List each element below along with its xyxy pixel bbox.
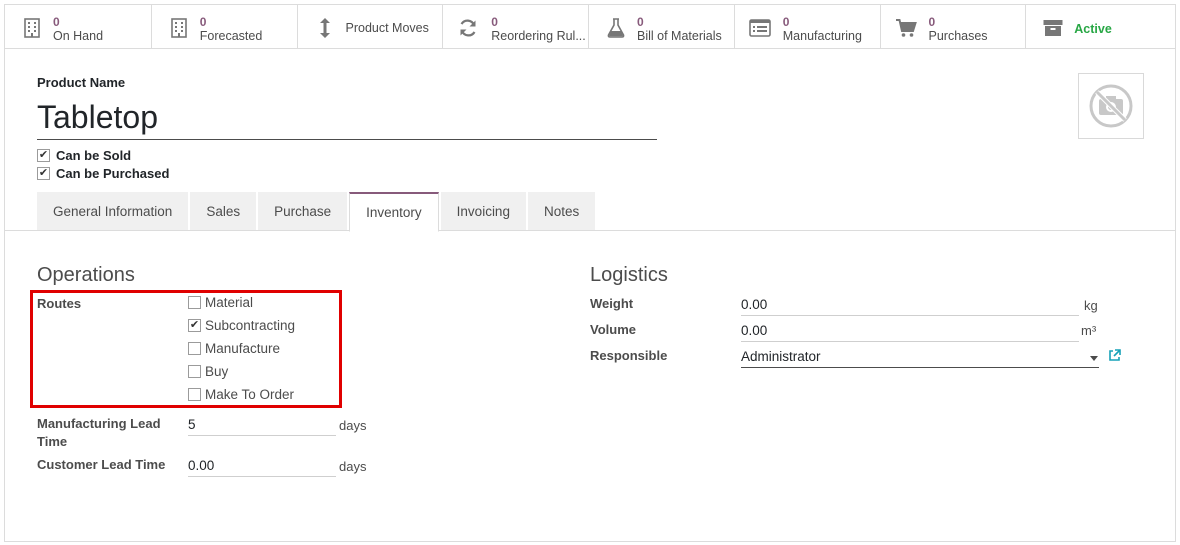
can-be-sold-row: ✔ Can be Sold	[37, 148, 131, 163]
weight-unit: kg	[1084, 298, 1098, 313]
manufacturing-button[interactable]: 0 Manufacturing	[735, 5, 881, 49]
routes-highlight-box	[30, 290, 342, 408]
can-be-sold-label: Can be Sold	[56, 148, 132, 163]
tab-invoicing[interactable]: Invoicing	[440, 192, 526, 230]
tabs-divider	[5, 230, 1175, 231]
product-form-sheet: 0 On Hand 0 Forecasted Product Moves 0 R…	[4, 4, 1176, 542]
active-toggle-button[interactable]: Active	[1026, 5, 1175, 49]
product-image[interactable]	[1078, 73, 1144, 139]
product-moves-label: Product Moves	[345, 21, 429, 35]
purchases-button[interactable]: 0 Purchases	[881, 5, 1027, 49]
manufacturing-count: 0	[782, 15, 790, 29]
chevron-down-icon[interactable]	[1090, 356, 1098, 361]
purchases-label: Purchases	[928, 29, 988, 43]
building-icon	[21, 17, 43, 39]
reordering-rules-count: 0	[491, 15, 498, 29]
manufacturing-label: Manufacturing	[782, 29, 862, 43]
product-moves-button[interactable]: Product Moves	[298, 5, 444, 49]
can-be-purchased-checkbox[interactable]: ✔	[37, 167, 50, 180]
customer-lead-time-unit: days	[339, 459, 367, 474]
responsible-label: Responsible	[590, 348, 668, 363]
tab-sales[interactable]: Sales	[190, 192, 257, 230]
customer-lead-time-label: Customer Lead Time	[37, 457, 166, 472]
list-alt-icon	[748, 17, 771, 39]
external-link-icon[interactable]	[1108, 349, 1121, 365]
manufacturing-lead-time-unit: days	[339, 418, 367, 433]
manufacturing-lead-time-input[interactable]: 5	[188, 414, 336, 436]
purchases-count: 0	[928, 15, 936, 29]
on-hand-label: On Hand	[53, 29, 104, 43]
tab-purchase[interactable]: Purchase	[258, 192, 348, 230]
volume-unit: m³	[1081, 323, 1097, 338]
volume-label: Volume	[590, 322, 636, 337]
refresh-icon	[457, 17, 479, 39]
arrows-vertical-icon	[314, 17, 336, 39]
can-be-purchased-row: ✔ Can be Purchased	[37, 166, 169, 181]
tab-inventory[interactable]: Inventory	[349, 192, 439, 232]
forecasted-label: Forecasted	[199, 29, 263, 43]
no-camera-icon	[1089, 84, 1133, 128]
operations-title: Operations	[37, 264, 135, 286]
manufacturing-lead-time-label: Manufacturing Lead Time	[37, 416, 161, 449]
on-hand-button[interactable]: 0 On Hand	[5, 5, 152, 49]
notebook-tabs: General Information Sales Purchase Inven…	[37, 192, 597, 232]
volume-input[interactable]: 0.00	[741, 320, 1079, 342]
product-name-label: Product Name	[37, 75, 126, 90]
active-label: Active	[1074, 22, 1112, 36]
shopping-cart-icon	[895, 17, 917, 39]
tab-notes[interactable]: Notes	[527, 192, 596, 230]
archive-icon	[1042, 17, 1064, 39]
smart-button-bar: 0 On Hand 0 Forecasted Product Moves 0 R…	[5, 5, 1175, 49]
logistics-title: Logistics	[590, 264, 668, 286]
bill-of-materials-label: Bill of Materials	[637, 29, 722, 43]
reordering-rules-label: Reordering Rul...	[491, 29, 586, 43]
building-icon	[168, 17, 190, 39]
forecasted-button[interactable]: 0 Forecasted	[152, 5, 298, 49]
forecasted-count: 0	[199, 15, 207, 29]
reordering-rules-button[interactable]: 0 Reordering Rul...	[443, 5, 589, 49]
weight-input[interactable]: 0.00	[741, 294, 1079, 316]
bill-of-materials-button[interactable]: 0 Bill of Materials	[589, 5, 735, 49]
bill-of-materials-count: 0	[637, 15, 644, 29]
can-be-purchased-label: Can be Purchased	[56, 166, 170, 181]
responsible-select[interactable]: Administrator	[741, 346, 1099, 368]
tab-general-information[interactable]: General Information	[37, 192, 189, 230]
flask-icon	[605, 17, 627, 39]
on-hand-count: 0	[53, 15, 60, 29]
weight-label: Weight	[590, 296, 634, 311]
customer-lead-time-input[interactable]: 0.00	[188, 455, 336, 477]
product-name-input[interactable]: Tabletop	[37, 95, 657, 140]
can-be-sold-checkbox[interactable]: ✔	[37, 149, 50, 162]
